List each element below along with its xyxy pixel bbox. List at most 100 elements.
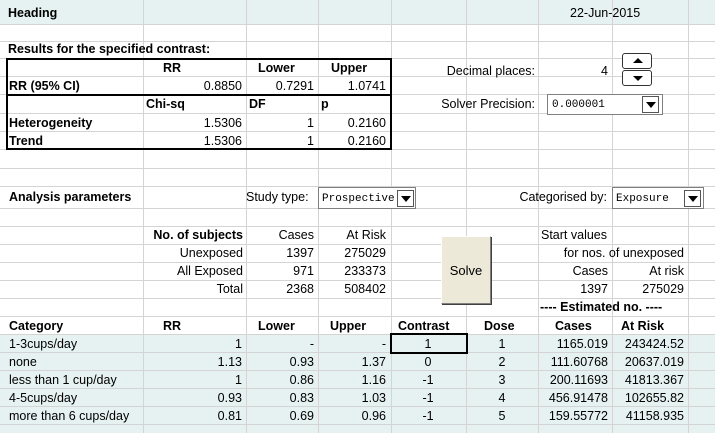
cases-cell[interactable]: 111.60768 xyxy=(540,353,608,371)
subjects-header-cases: Cases xyxy=(278,228,314,242)
dose-cell[interactable]: 1 xyxy=(468,335,536,353)
category-cell[interactable]: more than 6 cups/day xyxy=(9,407,141,425)
rr-upper: 1.0741 xyxy=(347,79,386,93)
test-header-p: p xyxy=(321,97,329,111)
trend-label: Trend xyxy=(9,134,44,148)
heterogeneity-label: Heterogeneity xyxy=(9,116,93,130)
category-cell[interactable]: none xyxy=(9,353,141,371)
lower-cell[interactable]: 0.83 xyxy=(248,389,314,407)
decimal-places-label: Decimal places: xyxy=(446,64,535,78)
col-header-category: Category xyxy=(9,319,64,333)
cases-cell[interactable]: 200.11693 xyxy=(540,371,608,389)
contrast-cell[interactable]: -1 xyxy=(393,371,463,389)
dose-cell[interactable]: 3 xyxy=(468,371,536,389)
at-risk-cell[interactable]: 20637.019 xyxy=(614,353,684,371)
upper-cell[interactable]: 1.16 xyxy=(320,371,386,389)
rr-lower: 0.7291 xyxy=(275,79,314,93)
study-type-label: Study type: xyxy=(246,190,309,204)
col-header-dose: Dose xyxy=(484,319,515,333)
contrast-cell[interactable]: -1 xyxy=(393,407,463,425)
chevron-down-icon[interactable] xyxy=(684,190,701,207)
solver-precision-value: 0.000001 xyxy=(552,99,605,111)
cases-cell[interactable]: 159.55772 xyxy=(540,407,608,425)
dose-cell[interactable]: 2 xyxy=(468,353,536,371)
subjects-row-cases: 2368 xyxy=(286,282,314,296)
col-header-at-risk: At Risk xyxy=(621,319,665,333)
at-risk-cell[interactable]: 102655.82 xyxy=(614,389,684,407)
at-risk-cell[interactable]: 243424.52 xyxy=(614,335,684,353)
lower-cell[interactable]: 0.93 xyxy=(248,353,314,371)
at-risk-cell[interactable]: 41158.935 xyxy=(614,407,684,425)
date-cell: 22-Jun-2015 xyxy=(570,6,641,20)
subjects-header: No. of subjects xyxy=(153,228,243,242)
chevron-down-icon[interactable] xyxy=(642,96,659,113)
categorised-by-select[interactable]: Exposure xyxy=(612,187,704,209)
dose-cell[interactable]: 4 xyxy=(468,389,536,407)
solve-button[interactable]: Solve xyxy=(441,236,491,304)
subjects-row-label: Total xyxy=(216,282,243,296)
lower-cell[interactable]: 0.86 xyxy=(248,371,314,389)
results-title: Results for the specified contrast: xyxy=(8,42,211,56)
upper-cell[interactable]: 1.37 xyxy=(320,353,386,371)
test-header-df: DF xyxy=(249,97,266,111)
upper-cell[interactable]: 0.96 xyxy=(320,407,386,425)
rr-label: RR (95% CI) xyxy=(9,79,80,93)
chevron-down-icon[interactable] xyxy=(397,190,414,207)
study-type-select[interactable]: Prospective xyxy=(318,187,416,209)
cases-cell[interactable]: 1165.019 xyxy=(540,335,608,353)
trend-df: 1 xyxy=(307,134,314,148)
selected-cell[interactable] xyxy=(390,333,468,354)
dose-cell[interactable]: 5 xyxy=(468,407,536,425)
cases-cell[interactable]: 456.91478 xyxy=(540,389,608,407)
test-header-chisq: Chi-sq xyxy=(146,97,185,111)
rr-cell[interactable]: 0.81 xyxy=(146,407,242,425)
upper-cell[interactable]: 1.03 xyxy=(320,389,386,407)
decimal-places-spinner[interactable] xyxy=(622,53,652,87)
col-header-upper: Upper xyxy=(330,319,367,333)
subjects-header-at-risk: At Risk xyxy=(346,228,386,242)
trend-chisq: 1.5306 xyxy=(203,134,242,148)
lower-cell[interactable]: - xyxy=(248,335,314,353)
rr-cell[interactable]: 1.13 xyxy=(146,353,242,371)
start-values-cases: 1397 xyxy=(580,282,608,296)
trend-p: 0.2160 xyxy=(347,134,386,148)
category-cell[interactable]: less than 1 cup/day xyxy=(9,371,141,389)
solver-precision-select[interactable]: 0.000001 xyxy=(547,94,663,115)
subjects-row-label: Unexposed xyxy=(179,246,243,260)
subjects-row-cases: 1397 xyxy=(286,246,314,260)
rr-cell[interactable]: 1 xyxy=(146,335,242,353)
rr-cell[interactable]: 0.93 xyxy=(146,389,242,407)
subjects-row-at-risk: 233373 xyxy=(344,264,386,278)
rr-cell[interactable]: 1 xyxy=(146,371,242,389)
solver-precision-label: Solver Precision: xyxy=(441,97,535,111)
subjects-row-at-risk: 275029 xyxy=(344,246,386,260)
lower-cell[interactable]: 0.69 xyxy=(248,407,314,425)
upper-cell[interactable]: - xyxy=(320,335,386,353)
subjects-row-at-risk: 508402 xyxy=(344,282,386,296)
solve-button-label: Solve xyxy=(449,262,483,278)
heterogeneity-chisq: 1.5306 xyxy=(203,116,242,130)
start-values-cases-header: Cases xyxy=(572,264,608,278)
contrast-cell[interactable]: 0 xyxy=(393,353,463,371)
rr-value: 0.8850 xyxy=(203,79,242,93)
col-header-rr: RR xyxy=(163,319,182,333)
sheet-heading: Heading xyxy=(8,6,58,20)
col-header-cases: Cases xyxy=(555,319,592,333)
col-header-lower: Lower xyxy=(258,319,295,333)
heterogeneity-p: 0.2160 xyxy=(347,116,386,130)
contrast-cell[interactable]: -1 xyxy=(393,389,463,407)
start-values-subtitle: for nos. of unexposed xyxy=(563,246,684,260)
subjects-row-cases: 971 xyxy=(293,264,314,278)
spin-down-icon[interactable] xyxy=(622,70,652,86)
spin-up-icon[interactable] xyxy=(622,53,652,69)
analysis-title: Analysis parameters xyxy=(9,190,132,204)
category-cell[interactable]: 1-3cups/day xyxy=(9,335,141,353)
category-cell[interactable]: 4-5cups/day xyxy=(9,389,141,407)
decimal-places-value: 4 xyxy=(601,64,608,78)
estimated-number-label: ---- Estimated no. ---- xyxy=(540,300,663,314)
at-risk-cell[interactable]: 41813.367 xyxy=(614,371,684,389)
results-header-lower: Lower xyxy=(258,61,295,75)
start-values-title: Start values xyxy=(541,228,608,242)
categorised-by-value: Exposure xyxy=(616,193,669,205)
heterogeneity-df: 1 xyxy=(307,116,314,130)
